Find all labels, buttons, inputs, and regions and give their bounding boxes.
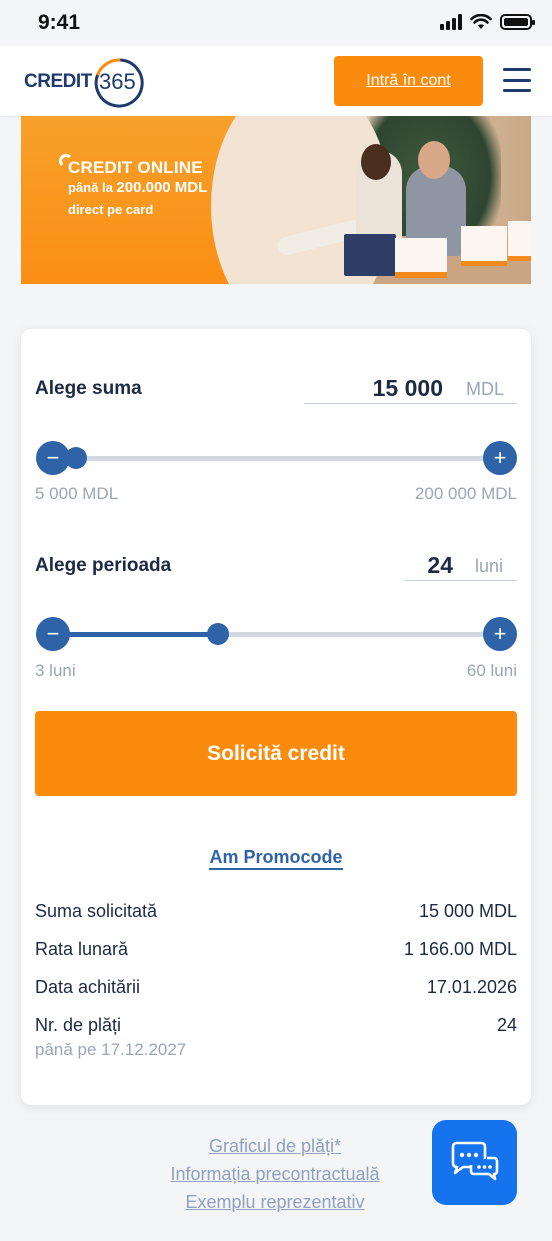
period-decrease-button[interactable]: − bbox=[36, 617, 70, 651]
status-time: 9:41 bbox=[38, 11, 81, 34]
cellular-signal-icon bbox=[440, 14, 462, 30]
wifi-icon bbox=[470, 14, 492, 29]
promocode-link[interactable]: Am Promocode bbox=[21, 847, 531, 870]
period-slider[interactable]: − + bbox=[36, 617, 517, 651]
logo-number: 365 bbox=[99, 69, 136, 94]
payments-until-note: până pe 17.12.2027 bbox=[35, 1040, 187, 1059]
gift-bag-image bbox=[344, 234, 396, 276]
login-button[interactable]: Intră în cont bbox=[334, 56, 483, 106]
site-header: CREDIT 365 Intră în cont bbox=[0, 46, 552, 116]
credit365-logo[interactable]: CREDIT 365 bbox=[24, 54, 154, 110]
amount-value: 15 000 bbox=[372, 375, 443, 401]
period-input[interactable]: 24 luni bbox=[405, 549, 517, 581]
gift-bag-image bbox=[461, 226, 507, 266]
amount-input[interactable]: 15 000 MDL bbox=[304, 372, 517, 404]
amount-max-label: 200 000 MDL bbox=[414, 484, 517, 503]
period-slider-fill bbox=[53, 632, 218, 637]
status-icons bbox=[440, 14, 535, 30]
credit-calculator: Alege suma 15 000 MDL − + 5 000 MDL 200 … bbox=[21, 329, 531, 1105]
hamburger-menu-icon[interactable] bbox=[503, 66, 531, 94]
gift-bag-image bbox=[508, 221, 531, 261]
chat-bubbles-icon bbox=[451, 1141, 498, 1180]
banner-title: CREDIT ONLINE bbox=[68, 158, 203, 177]
amount-increase-button[interactable]: + bbox=[483, 441, 517, 475]
amount-min-label: 5 000 MDL bbox=[35, 484, 119, 503]
apply-credit-button[interactable]: Solicită credit bbox=[35, 711, 517, 796]
period-unit: luni bbox=[474, 556, 503, 576]
promo-banner[interactable]: CREDIT ONLINE până la 200.000 MDL direct… bbox=[21, 116, 531, 284]
banner-subtitle: până la 200.000 MDL bbox=[68, 179, 208, 196]
period-value: 24 bbox=[427, 552, 453, 578]
banner-tagline: direct pe card bbox=[68, 202, 154, 217]
status-bar: 9:41 bbox=[0, 0, 552, 46]
period-slider-handle[interactable] bbox=[206, 623, 229, 645]
amount-decrease-button[interactable]: − bbox=[36, 441, 70, 475]
chat-button[interactable] bbox=[432, 1120, 517, 1205]
period-max-label: 60 luni bbox=[466, 661, 517, 680]
period-increase-button[interactable]: + bbox=[483, 617, 517, 651]
gift-bag-image bbox=[395, 238, 447, 278]
period-label: Alege perioada bbox=[35, 555, 172, 576]
battery-icon bbox=[500, 14, 535, 30]
logo-text: CREDIT bbox=[24, 71, 92, 92]
amount-slider[interactable]: − + bbox=[36, 441, 517, 475]
amount-label: Alege suma bbox=[35, 378, 142, 399]
amount-unit: MDL bbox=[465, 379, 504, 399]
period-min-label: 3 luni bbox=[35, 661, 76, 680]
